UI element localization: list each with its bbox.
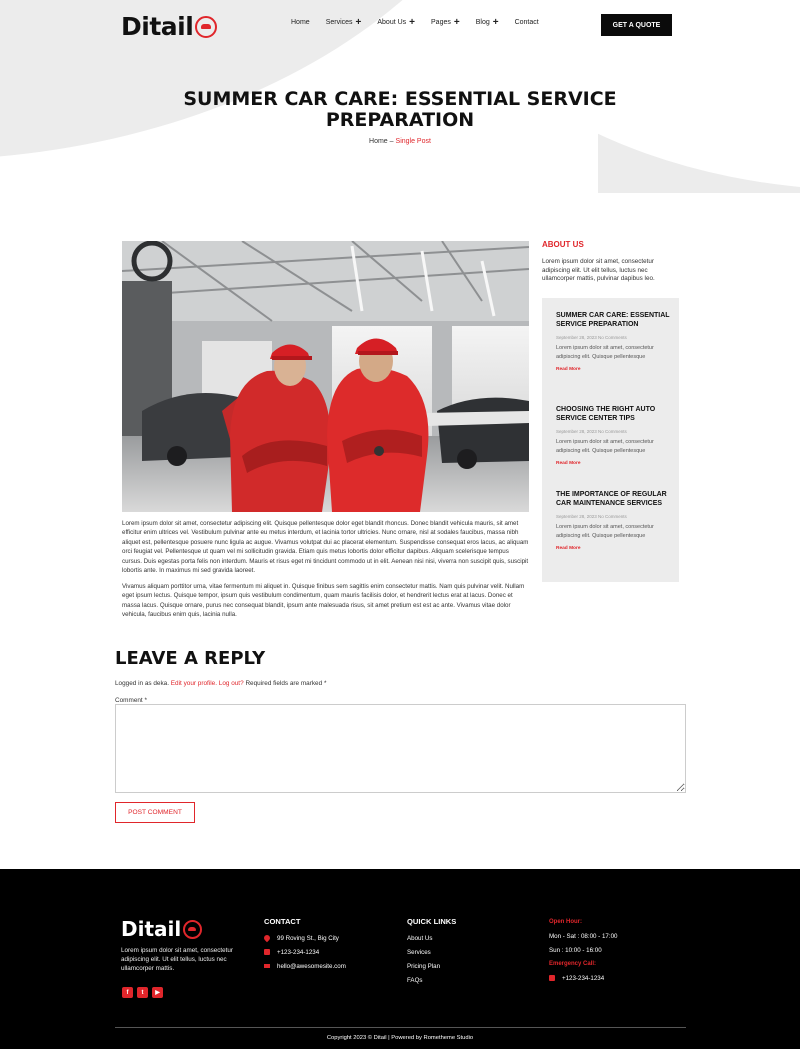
recent-posts-widget: SUMMER CAR CARE: ESSENTIAL SERVICE PREPA… [542, 298, 679, 582]
plus-icon: + [492, 17, 499, 28]
plus-icon: + [409, 17, 416, 28]
edit-profile-link[interactable]: Edit your profile. [171, 680, 217, 687]
page-title: SUMMER CAR CARE: ESSENTIAL SERVICE PREPA… [150, 89, 650, 131]
nav-item-blog[interactable]: Blog + [475, 17, 499, 28]
facebook-icon[interactable]: f [122, 987, 133, 998]
read-more-link[interactable]: Read More [556, 461, 671, 466]
mechanics-photo-illustration [122, 241, 529, 512]
footer-contact-title: CONTACT [264, 917, 301, 926]
recent-post-title[interactable]: SUMMER CAR CARE: ESSENTIAL SERVICE PREPA… [556, 311, 671, 329]
page-title-line-2: PREPARATION [325, 109, 475, 131]
recent-post-title[interactable]: THE IMPORTANCE OF REGULAR CAR MAINTENANC… [556, 490, 671, 508]
twitter-icon[interactable]: t [137, 987, 148, 998]
plus-icon: + [355, 17, 362, 28]
logo-text: Ditail [121, 12, 194, 41]
nav-item-services[interactable]: Services + [325, 17, 362, 28]
get-a-quote-button[interactable]: GET A QUOTE [601, 14, 672, 36]
comment-label: Comment * [115, 697, 147, 704]
footer-logo[interactable]: Ditail [121, 917, 203, 941]
footer-quick-links: About Us Services Pricing Plan FAQs [407, 931, 440, 987]
phone-icon [549, 975, 555, 981]
footer-contact-list: 99 Roving St., Big City +123-234-1234 he… [262, 931, 346, 973]
emergency-phone[interactable]: +123-234-1234 [562, 975, 604, 982]
read-more-link[interactable]: Read More [556, 546, 671, 551]
recent-post-excerpt: Lorem ipsum dolor sit amet, consectetur … [556, 524, 654, 539]
envelope-icon [264, 963, 270, 969]
sidebar-about-title: ABOUT US [542, 240, 584, 249]
log-out-link[interactable]: Log out? [219, 680, 244, 687]
footer-hours: Open Hour: Mon - Sat : 08:00 - 17:00 Sun… [549, 915, 617, 985]
phone-icon [264, 949, 270, 955]
featured-image [122, 241, 529, 512]
breadcrumb-separator: – [389, 138, 394, 145]
footer-link-faqs[interactable]: FAQs [407, 973, 440, 987]
footer-link-about-us[interactable]: About Us [407, 931, 440, 945]
nav-item-about-us[interactable]: About Us + [377, 17, 416, 28]
site-footer: Ditail Lorem ipsum dolor sit amet, conse… [0, 869, 800, 1049]
breadcrumb-current: Single Post [395, 138, 431, 145]
nav-label: Contact [514, 19, 539, 26]
recent-post-excerpt: Lorem ipsum dolor sit amet, consectetur … [556, 345, 654, 360]
page-title-line-1: SUMMER CAR CARE: ESSENTIAL SERVICE [183, 88, 617, 110]
nav-label: Blog [475, 19, 490, 26]
footer-phone[interactable]: +123-234-1234 [277, 949, 319, 956]
social-links: f t ▶ [122, 987, 167, 998]
logged-in-note: Logged in as deka. Edit your profile. Lo… [115, 680, 326, 687]
open-hour-title: Open Hour: [549, 919, 582, 925]
footer-email[interactable]: hello@awesomesite.com [277, 963, 346, 970]
nav-label: Services [325, 19, 353, 26]
footer-about-text: Lorem ipsum dolor sit amet, consectetur … [121, 947, 233, 972]
recent-post-meta: September 28, 2023 No Comments [556, 429, 627, 434]
main-nav: Home Services + About Us + Pages + Blog + Co… [291, 17, 555, 28]
map-pin-icon [262, 933, 272, 943]
recent-post-meta: September 28, 2023 No Comments [556, 335, 627, 340]
hours-sunday: Sun : 10:00 - 16:00 [549, 946, 602, 954]
car-logo-icon [183, 919, 203, 939]
youtube-icon[interactable]: ▶ [152, 987, 163, 998]
leave-a-reply-title: LEAVE A REPLY [115, 648, 266, 669]
logged-in-text: Logged in as deka. [115, 680, 170, 687]
breadcrumb-home-link[interactable]: Home [369, 138, 388, 145]
recent-post-excerpt: Lorem ipsum dolor sit amet, consectetur … [556, 439, 654, 454]
hero-section: Ditail Home Services + About Us + Pages + B… [0, 0, 800, 215]
read-more-link[interactable]: Read More [556, 367, 671, 372]
nav-item-home[interactable]: Home [291, 19, 310, 26]
footer-divider [115, 1027, 686, 1028]
nav-item-contact[interactable]: Contact [515, 19, 539, 26]
hours-weekday: Mon - Sat : 08:00 - 17:00 [549, 932, 618, 940]
plus-icon: + [453, 17, 460, 28]
site-logo[interactable]: Ditail [121, 12, 218, 41]
recent-post-item: SUMMER CAR CARE: ESSENTIAL SERVICE PREPA… [556, 311, 671, 372]
nav-label: About Us [377, 19, 407, 26]
sidebar-about-text: Lorem ipsum dolor sit amet, consectetur … [542, 258, 655, 283]
post-comment-button[interactable]: POST COMMENT [115, 802, 195, 823]
recent-post-title[interactable]: CHOOSING THE RIGHT AUTO SERVICE CENTER T… [556, 405, 671, 423]
breadcrumb: Home – Single Post [0, 138, 800, 145]
footer-quick-links-title: QUICK LINKS [407, 917, 457, 926]
copyright-text: Copyright 2023 © Ditail | Powered by Rom… [326, 1035, 474, 1041]
nav-label: Pages [431, 19, 451, 26]
footer-link-services[interactable]: Services [407, 945, 440, 959]
car-logo-icon [195, 15, 218, 38]
comment-textarea[interactable] [115, 704, 686, 793]
nav-item-pages[interactable]: Pages + [431, 17, 460, 28]
recent-post-item: THE IMPORTANCE OF REGULAR CAR MAINTENANC… [556, 490, 671, 551]
nav-label: Home [291, 19, 310, 26]
post-paragraph-2: Vivamus aliquam porttitor urna, vitae fe… [122, 583, 525, 619]
recent-post-meta: September 28, 2023 No Comments [556, 514, 627, 519]
footer-logo-text: Ditail [121, 917, 182, 941]
footer-link-pricing-plan[interactable]: Pricing Plan [407, 959, 440, 973]
recent-post-item: CHOOSING THE RIGHT AUTO SERVICE CENTER T… [556, 405, 671, 466]
emergency-call-title: Emergency Call: [549, 961, 597, 967]
post-paragraph-1: Lorem ipsum dolor sit amet, consectetur … [122, 520, 529, 575]
required-fields-note: Required fields are marked * [245, 680, 327, 687]
footer-address: 99 Roving St., Big City [277, 934, 339, 942]
